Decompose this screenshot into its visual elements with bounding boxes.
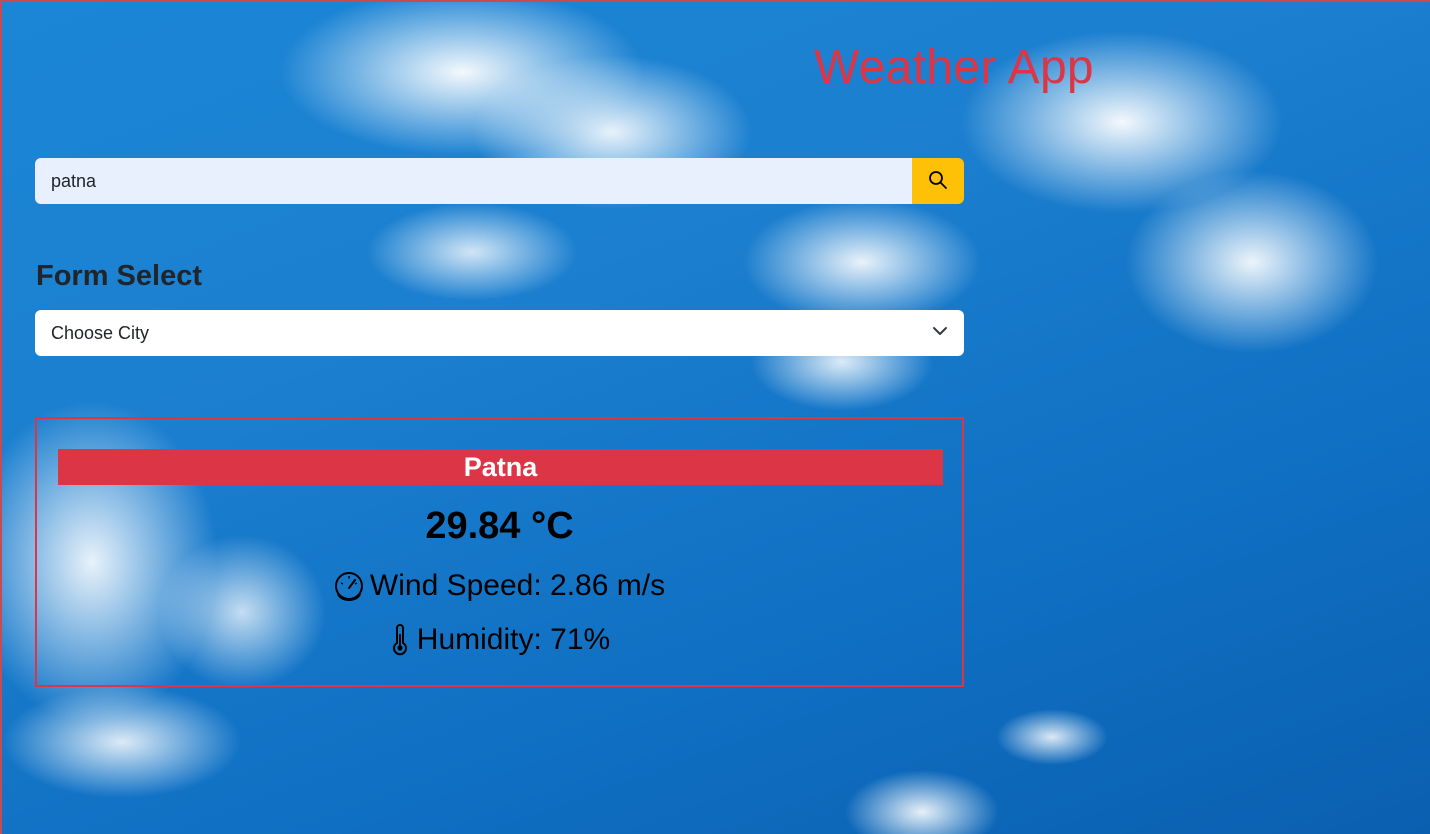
app-viewport: Weather App Form Select Choose City Patn…	[0, 0, 1430, 834]
city-select-value: Choose City	[51, 322, 150, 343]
search-input[interactable]	[35, 158, 912, 204]
city-select[interactable]: Choose City	[35, 310, 964, 356]
speedometer-icon	[334, 571, 364, 601]
wind-speed-text: Wind Speed: 2.86 m/s	[369, 569, 666, 602]
humidity-text: Humidity: 71%	[416, 623, 611, 656]
city-name: Patna	[58, 449, 943, 485]
temperature-value: 29.84 °C	[425, 505, 574, 547]
page-title: Weather App	[814, 41, 1094, 94]
weather-card: Patna 29.84 °C Wind Speed: 2.86 m/s Humi…	[35, 417, 964, 687]
search-button[interactable]	[912, 158, 964, 204]
search-icon	[928, 170, 948, 193]
form-select-label: Form Select	[36, 260, 202, 292]
thermometer-icon	[389, 624, 411, 656]
chevron-down-icon	[932, 323, 948, 344]
search-group	[35, 158, 964, 204]
humidity-row: Humidity: 71%	[37, 623, 962, 657]
wind-speed-row: Wind Speed: 2.86 m/s	[37, 569, 962, 603]
